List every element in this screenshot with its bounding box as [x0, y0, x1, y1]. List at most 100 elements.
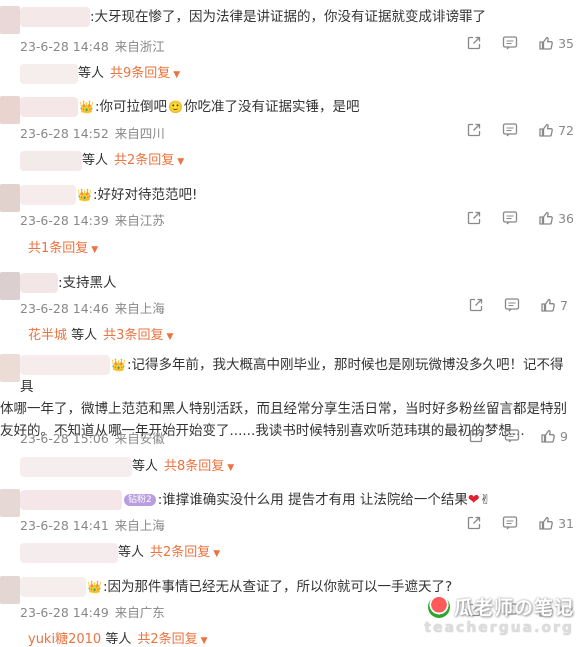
comment-meta: 23-6-28 14:39 来自江苏 — [20, 210, 165, 229]
more-replies-link[interactable]: 共3条回复 — [103, 328, 163, 343]
comment-text: 👑:好好对待范范吧! — [20, 184, 197, 206]
more-replies-link[interactable]: 共2条回复 — [114, 153, 174, 168]
fan-crown-icon: 👑 — [111, 358, 126, 372]
comment-button[interactable] — [504, 428, 520, 444]
heart-emoji-icon: ❤ — [467, 492, 480, 508]
cheers-emoji-icon: ✌ — [479, 492, 491, 508]
comment-icon — [504, 297, 520, 313]
like-count: 7 — [560, 297, 568, 313]
caret-down-icon: ▼ — [177, 157, 185, 167]
share-button[interactable] — [468, 297, 484, 313]
blurred-username[interactable] — [20, 7, 90, 27]
share-button[interactable] — [466, 515, 482, 531]
blurred-username[interactable] — [20, 273, 58, 293]
action-bar: 7 — [448, 297, 574, 313]
avatar[interactable] — [0, 272, 20, 300]
thumbs-up-icon — [538, 515, 554, 531]
thumbs-up-icon — [538, 35, 554, 51]
comment-text: :支持黑人 — [20, 272, 117, 294]
more-replies-link[interactable]: 共1条回复 — [28, 241, 88, 256]
watermark-url: teachergua.org — [424, 620, 574, 636]
caret-down-icon: ▼ — [213, 549, 221, 559]
share-icon — [468, 428, 484, 444]
more-replies-link[interactable]: 共8条回复 — [164, 459, 224, 474]
share-icon — [466, 122, 482, 138]
reply-summary[interactable]: 共1条回复 ▼ — [28, 237, 98, 256]
reply-prefix: 等人 — [78, 66, 105, 81]
comment-icon — [502, 35, 518, 51]
reply-summary[interactable]: 花半城 等人 共3条回复 ▼ — [28, 324, 173, 343]
comment-time: 23-6-28 14:46 — [20, 301, 109, 316]
replier-name[interactable]: 花半城 — [28, 328, 67, 343]
reply-prefix: 等人 — [71, 328, 98, 343]
action-bar: 9 — [448, 428, 574, 444]
comment-button[interactable] — [502, 122, 518, 138]
like-button[interactable]: 36 — [538, 210, 574, 226]
like-button[interactable]: 72 — [538, 122, 574, 138]
more-replies-link[interactable]: 共2条回复 — [137, 632, 197, 647]
comment-location: 来自江苏 — [114, 213, 165, 228]
reply-summary[interactable]: 等人 共8条回复 ▼ — [20, 455, 234, 477]
share-button[interactable] — [466, 210, 482, 226]
share-button[interactable] — [468, 428, 484, 444]
share-button[interactable] — [466, 35, 482, 51]
comment-time: 23-6-28 14:48 — [20, 39, 109, 54]
comment-text: 👑:你可拉倒吧🙂你吃准了没有证据实锤，是吧 — [20, 96, 359, 118]
blurred-username[interactable] — [20, 542, 118, 563]
comment-button[interactable] — [502, 210, 518, 226]
comment-meta: 23-6-28 14:46 来自上海 — [20, 298, 165, 317]
like-button[interactable]: 31 — [538, 515, 574, 531]
comment-meta: 23-6-28 14:41 来自上海 — [20, 515, 165, 534]
comment-time: 23-6-28 14:49 — [20, 605, 109, 620]
fan-crown-icon: 👑 — [77, 188, 92, 202]
comment-text: 钻粉2:谁撑谁确实没什么用 提告才有用 让法院给一个结果❤✌ — [20, 489, 491, 511]
avatar[interactable] — [0, 489, 20, 517]
comment-time: 23-6-28 14:52 — [20, 126, 109, 141]
reply-summary[interactable]: 等人 共2条回复 ▼ — [20, 149, 184, 171]
comment-meta: 23-6-28 14:52 来自四川 — [20, 123, 165, 142]
blurred-username[interactable] — [20, 456, 132, 477]
blurred-username[interactable] — [20, 97, 78, 117]
reply-summary[interactable]: 等人 共2条回复 ▼ — [20, 541, 220, 563]
blurred-username[interactable] — [20, 490, 122, 510]
share-button[interactable] — [466, 122, 482, 138]
comment-text: 👑:因为那件事情已经无从查证了，所以你就可以一手遮天了? — [20, 576, 452, 598]
blurred-username[interactable] — [20, 150, 82, 171]
comment-time: 23-6-28 14:41 — [20, 518, 109, 533]
comment-icon — [502, 210, 518, 226]
more-replies-link[interactable]: 共9条回复 — [110, 66, 170, 81]
comment-button[interactable] — [504, 297, 520, 313]
thumbs-up-icon — [540, 297, 556, 313]
thumbs-up-icon — [538, 122, 554, 138]
like-button[interactable]: 9 — [540, 428, 574, 444]
avatar[interactable] — [0, 96, 20, 124]
caret-down-icon: ▼ — [91, 245, 99, 255]
fan-crown-icon: 👑 — [87, 580, 102, 594]
blurred-username[interactable] — [20, 63, 78, 84]
like-button[interactable]: 7 — [540, 297, 574, 313]
action-bar: 35 — [446, 35, 574, 51]
avatar[interactable] — [0, 184, 20, 212]
blurred-username[interactable] — [20, 577, 86, 597]
thumbs-up-icon — [540, 428, 556, 444]
more-replies-link[interactable]: 共2条回复 — [150, 545, 210, 560]
blurred-username[interactable] — [20, 355, 110, 375]
watermelon-logo-icon — [427, 595, 450, 618]
like-button[interactable]: 35 — [538, 35, 574, 51]
watermark: 瓜老师の笔记 teachergua.org — [424, 593, 574, 636]
avatar[interactable] — [0, 6, 20, 34]
reply-prefix: 等人 — [105, 632, 132, 647]
comment-location: 来自广东 — [114, 605, 165, 620]
fan-crown-icon: 👑 — [79, 100, 94, 114]
share-icon — [468, 297, 484, 313]
comment-button[interactable] — [502, 515, 518, 531]
comment-icon — [502, 515, 518, 531]
comment-location: 来自上海 — [114, 301, 165, 316]
replier-name[interactable]: yuki糖2010 — [28, 632, 101, 647]
reply-summary[interactable]: 等人 共9条回复 ▼ — [20, 62, 180, 84]
blurred-username[interactable] — [20, 185, 76, 205]
share-icon — [466, 210, 482, 226]
avatar[interactable] — [0, 576, 20, 604]
comment-button[interactable] — [502, 35, 518, 51]
comment-meta: 23-6-28 14:48 来自浙江 — [20, 36, 165, 55]
